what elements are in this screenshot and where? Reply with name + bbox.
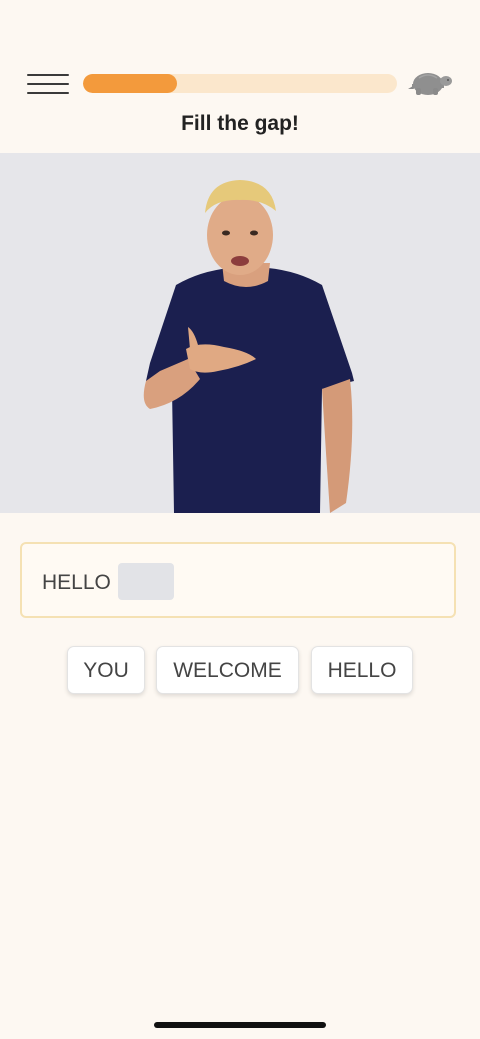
choice-hello-button[interactable]: HELLO (311, 646, 413, 694)
sign-video[interactable] (0, 153, 480, 513)
page-title: Fill the gap! (181, 112, 299, 135)
progress-fill (83, 74, 178, 93)
signer-illustration (143, 180, 354, 513)
answer-word: HELLO (42, 571, 111, 594)
progress-bar (83, 74, 397, 93)
hamburger-menu-icon[interactable] (27, 73, 71, 95)
home-indicator (154, 1022, 326, 1028)
turtle-icon[interactable] (406, 68, 454, 100)
top-bar (0, 60, 480, 108)
word-choices: YOU WELCOME HELLO (0, 646, 480, 696)
choice-welcome-button[interactable]: WELCOME (156, 646, 299, 694)
gap-slot[interactable] (118, 563, 174, 600)
choice-you-button[interactable]: YOU (67, 646, 145, 694)
answer-box: HELLO (20, 542, 456, 618)
